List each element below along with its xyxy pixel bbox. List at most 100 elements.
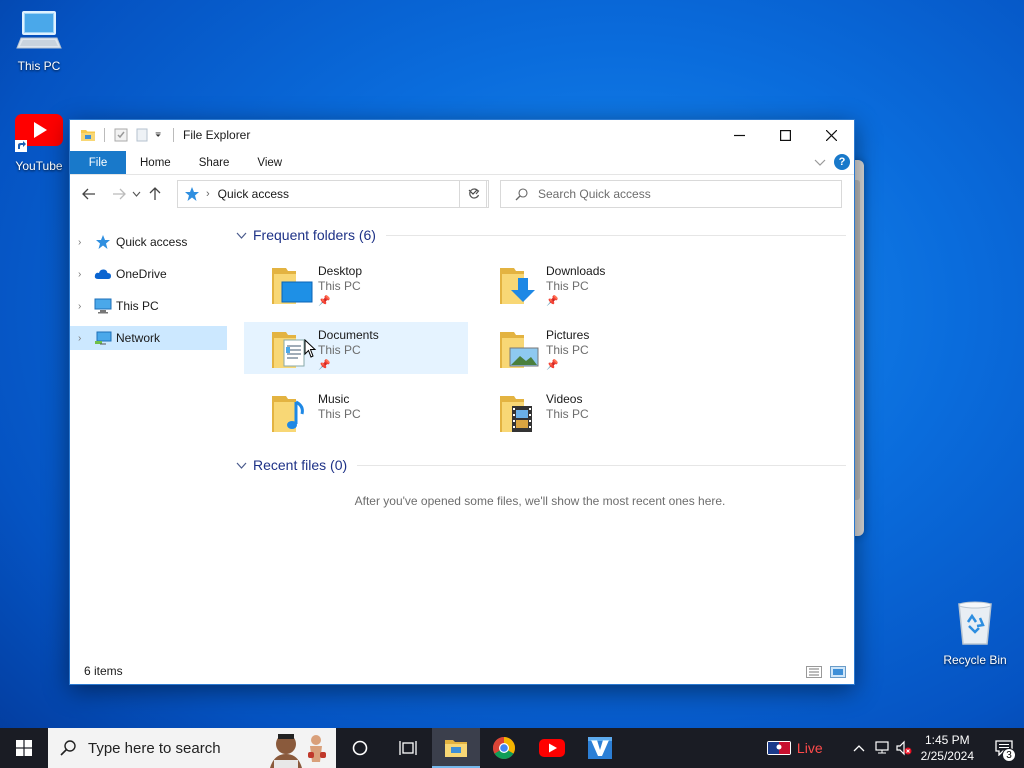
onedrive-cloud-icon [94,269,111,279]
nav-item-label: OneDrive [116,267,167,281]
recent-locations-button[interactable] [130,183,142,205]
expand-chevron-icon[interactable]: › [78,301,94,312]
folder-tile-documents[interactable]: Documents This PC 📌 [244,322,468,374]
windows-logo-icon [16,740,32,756]
status-item-count: 6 items [84,664,123,678]
customize-toolbar-icon[interactable] [155,127,165,143]
cortana-button[interactable] [336,728,384,768]
nav-item-network[interactable]: › Network [70,326,227,350]
folder-name: Desktop [318,264,363,278]
volume-muted-icon[interactable] [895,740,913,756]
youtube-icon [15,114,63,152]
help-icon[interactable]: ? [834,154,850,170]
group-header-title: Recent files (0) [253,457,348,473]
system-tray: Live 1:45 PM 2/25/2024 3 [766,728,1024,768]
tab-share[interactable]: Share [185,151,244,174]
cortana-circle-icon [352,740,368,756]
live-badge[interactable]: Live [797,740,823,756]
address-bar[interactable]: › Quick access [177,180,487,208]
file-explorer-window: File Explorer File Home Share View ? › Q… [69,119,855,685]
close-button[interactable] [808,120,854,150]
nav-item-this-pc[interactable]: › This PC [70,294,230,318]
minimize-button[interactable] [716,120,762,150]
network-status-icon[interactable] [873,740,891,756]
pictures-folder-icon [500,332,539,368]
tab-file[interactable]: File [70,151,126,174]
task-view-button[interactable] [384,728,432,768]
taskbar-youtube[interactable] [528,728,576,768]
downloads-folder-icon [500,268,535,304]
search-icon [60,740,76,756]
mouse-cursor-icon [304,339,317,358]
tab-home[interactable]: Home [126,151,185,174]
folder-tile-videos[interactable]: Videos This PC [472,386,696,438]
search-box[interactable] [500,180,842,208]
group-header-frequent[interactable]: Frequent folders (6) [234,220,846,250]
arrow-left-icon [82,188,95,200]
explorer-folder-icon[interactable] [80,127,96,143]
taskbar-file-explorer[interactable] [432,728,480,768]
breadcrumb-quick-access[interactable]: Quick access [218,187,289,201]
large-icons-view-icon[interactable] [830,666,846,678]
videos-folder-icon [500,396,532,432]
collapse-chevron-icon[interactable] [236,462,247,469]
expand-chevron-icon[interactable]: › [78,237,94,248]
title-bar: File Explorer [70,120,854,150]
video-editor-icon [588,737,612,759]
chevron-up-icon[interactable] [853,744,865,752]
window-title: File Explorer [183,128,251,142]
taskbar-video-editor[interactable] [576,728,624,768]
this-pc-icon [94,298,112,314]
folder-tile-pictures[interactable]: Pictures This PC 📌 [472,322,696,374]
pin-icon: 📌 [546,296,559,307]
chevron-down-icon [132,191,140,197]
group-divider [357,464,846,466]
mlb-icon[interactable] [766,741,791,755]
navigation-pane: › Quick access › OneDrive › This PC › Ne… [70,230,230,358]
desktop-icon-youtube[interactable]: YouTube [0,112,78,173]
expand-chevron-icon[interactable]: › [78,333,94,344]
navigation-row: › Quick access [70,176,854,212]
desktop-icon-recycle-bin[interactable]: Recycle Bin [936,600,1014,667]
taskbar-search-box[interactable] [48,728,336,768]
maximize-button[interactable] [762,120,808,150]
tab-view[interactable]: View [243,151,296,174]
clock-date: 2/25/2024 [920,749,974,763]
expand-ribbon-icon[interactable] [814,157,826,167]
refresh-button[interactable] [459,180,489,208]
desktop-icon-label: YouTube [15,159,63,173]
group-header-title: Frequent folders (6) [253,227,376,243]
pin-icon: 📌 [546,360,559,371]
folder-location: This PC [546,279,589,293]
properties-icon[interactable] [113,127,129,143]
search-icon [515,187,528,200]
folder-location: This PC [318,279,361,293]
notification-count-badge: 3 [1002,748,1016,762]
up-button[interactable] [144,183,166,205]
collapse-chevron-icon[interactable] [236,232,247,239]
new-folder-icon[interactable] [134,127,150,143]
ribbon-tabs: File Home Share View ? [70,151,854,175]
nav-item-quick-access[interactable]: › Quick access [70,230,230,254]
start-button[interactable] [0,728,48,768]
nav-item-onedrive[interactable]: › OneDrive [70,262,230,286]
group-header-recent[interactable]: Recent files (0) [234,450,846,480]
group-divider [385,234,846,236]
search-input[interactable] [538,187,828,201]
folder-tile-downloads[interactable]: Downloads This PC 📌 [472,258,696,310]
taskbar-chrome[interactable] [480,728,528,768]
expand-chevron-icon[interactable]: › [78,269,94,280]
back-button[interactable] [78,183,100,205]
clock[interactable]: 1:45 PM 2/25/2024 [921,732,974,764]
desktop-icon-this-pc[interactable]: This PC [0,8,78,73]
action-center-button[interactable]: 3 [984,728,1024,768]
folder-tile-music[interactable]: Music This PC [244,386,468,438]
folder-tile-desktop[interactable]: Desktop This PC 📌 [244,258,468,310]
taskbar-search-input[interactable] [88,739,248,757]
quick-access-star-icon [185,187,199,201]
this-pc-icon [16,11,62,49]
details-view-icon[interactable] [806,666,822,678]
folder-name: Pictures [546,328,590,342]
forward-button[interactable] [108,183,130,205]
view-toggle [806,666,846,678]
